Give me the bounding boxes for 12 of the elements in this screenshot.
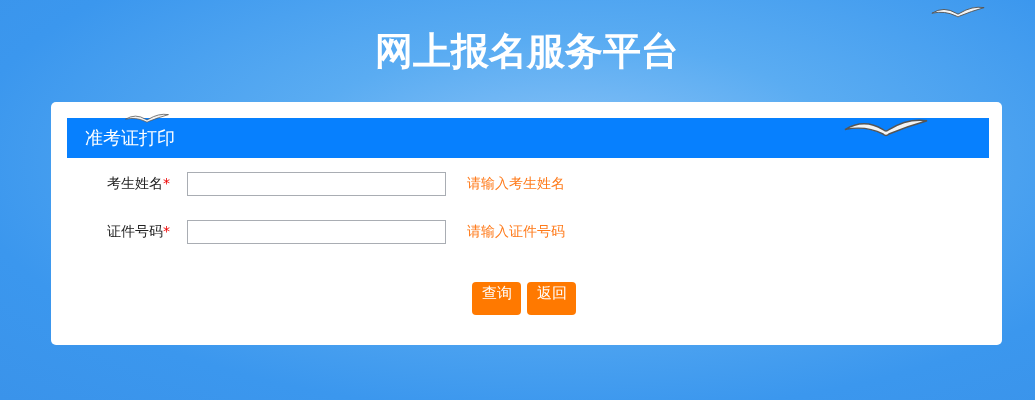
field-hint: 请输入证件号码 xyxy=(467,223,565,241)
page-title: 网上报名服务平台 xyxy=(373,28,680,75)
action-button[interactable]: 返回 xyxy=(527,282,576,315)
input-field[interactable] xyxy=(187,172,446,196)
required-mark: * xyxy=(163,223,170,239)
field-label: 考生姓名 xyxy=(107,175,163,191)
required-mark: * xyxy=(163,175,170,191)
panel-title: 准考证打印 xyxy=(85,126,175,150)
field-label: 证件号码 xyxy=(107,223,163,239)
action-button[interactable]: 查询 xyxy=(472,282,521,315)
field-hint: 请输入考生姓名 xyxy=(467,175,565,193)
input-field[interactable] xyxy=(187,220,446,244)
